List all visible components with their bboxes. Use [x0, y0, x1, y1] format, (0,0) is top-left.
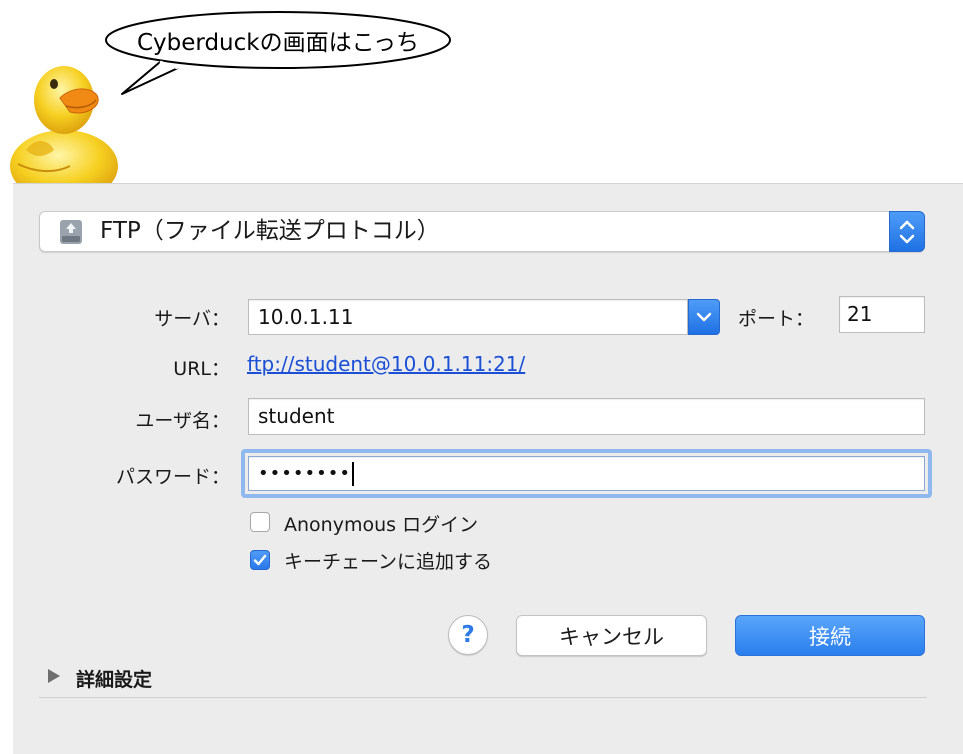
server-label: サーバ：	[154, 308, 230, 330]
help-button[interactable]: ?	[448, 615, 488, 655]
chevron-down-icon	[696, 312, 712, 322]
anonymous-login-checkbox[interactable]	[250, 512, 270, 532]
divider	[39, 697, 927, 698]
password-input[interactable]: ••••••••	[248, 456, 925, 491]
password-label: パスワード：	[115, 466, 230, 488]
callout-text: Cyberduckの画面はこっち	[136, 30, 419, 56]
checkmark-icon	[253, 554, 267, 566]
protocol-stepper[interactable]	[889, 211, 925, 252]
connect-button[interactable]: 接続	[735, 615, 925, 656]
cancel-button[interactable]: キャンセル	[516, 615, 707, 656]
advanced-settings-label[interactable]: 詳細設定	[76, 665, 152, 692]
keychain-label[interactable]: キーチェーンに追加する	[284, 547, 492, 574]
server-dropdown-button[interactable]	[688, 299, 720, 335]
port-label: ポート：	[738, 308, 815, 330]
chevron-up-down-icon	[899, 220, 915, 244]
username-input[interactable]: student	[248, 398, 925, 435]
password-mask: ••••••••	[258, 463, 351, 484]
text-caret	[351, 462, 354, 486]
username-label: ユーザ名：	[135, 410, 230, 432]
duck-mascot-icon	[10, 66, 118, 202]
url-label: URL：	[173, 358, 230, 380]
ftp-drive-icon	[60, 220, 82, 244]
port-input[interactable]: 21	[839, 296, 925, 333]
disclosure-triangle-right-icon[interactable]	[45, 667, 63, 685]
url-link[interactable]: ftp://student@10.0.1.11:21/	[247, 352, 525, 376]
anonymous-login-label[interactable]: Anonymous ログイン	[284, 510, 478, 537]
protocol-label: FTP（ファイル転送プロトコル）	[100, 218, 440, 244]
keychain-checkbox[interactable]	[250, 550, 270, 570]
server-input[interactable]: 10.0.1.11	[248, 299, 688, 335]
